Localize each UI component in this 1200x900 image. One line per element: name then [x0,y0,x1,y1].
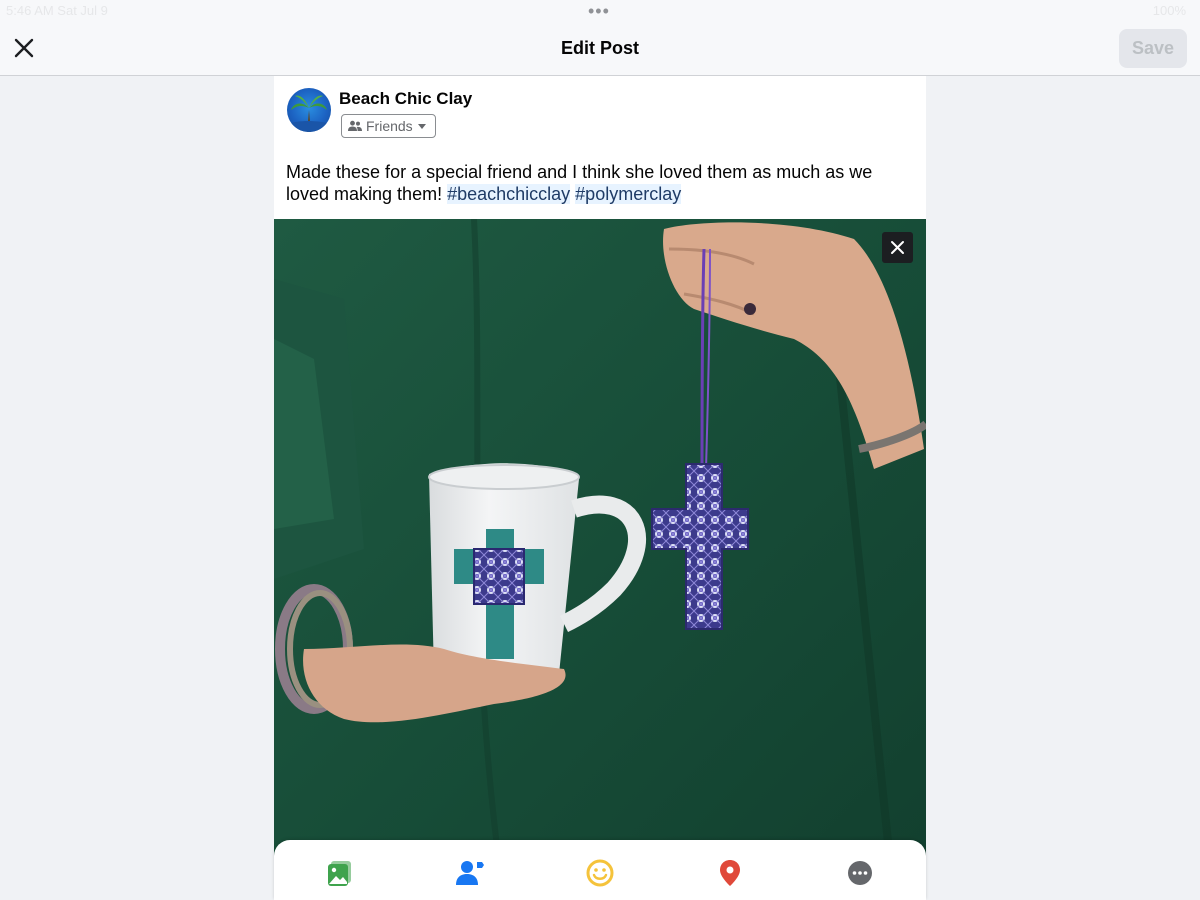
save-button[interactable]: Save [1119,29,1187,68]
post-options-toolbar [274,840,926,900]
post-editor-card: Beach Chic Clay Friends Made these for a… [274,76,926,900]
remove-photo-button[interactable] [882,232,913,263]
status-battery: 100% [1152,3,1186,18]
audience-label: Friends [366,118,413,134]
photo-icon[interactable] [325,858,355,888]
friends-icon [348,120,362,132]
feeling-icon[interactable] [585,858,615,888]
avatar [287,88,331,132]
chevron-down-icon [417,122,427,130]
post-photo [274,218,926,900]
hashtag[interactable]: #polymerclay [575,184,682,204]
tag-people-icon[interactable] [455,858,485,888]
close-icon [891,241,904,254]
author-name[interactable]: Beach Chic Clay [339,89,472,109]
audience-selector[interactable]: Friends [341,114,436,138]
more-icon[interactable] [845,858,875,888]
multitask-dots-icon[interactable]: ••• [588,2,610,20]
status-bar: 5:46 AM Sat Jul 9 ••• 100% [0,0,1200,22]
post-text[interactable]: Made these for a special friend and I th… [286,161,906,205]
top-navigation-bar: 5:46 AM Sat Jul 9 ••• 100% Edit Post Sav… [0,0,1200,76]
hashtag[interactable]: #beachchicclay [447,184,571,204]
status-time: 5:46 AM Sat Jul 9 [6,3,108,18]
location-icon[interactable] [715,858,745,888]
page-title: Edit Post [560,38,639,58]
